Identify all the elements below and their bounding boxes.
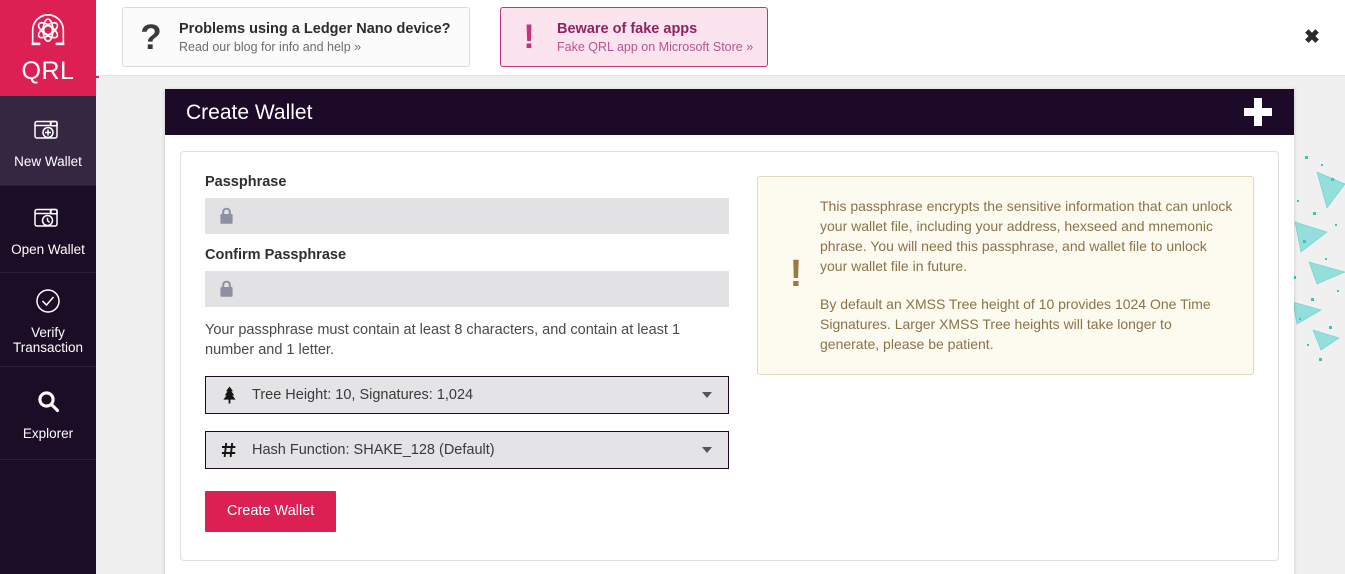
qrl-atom-logo-icon [31, 14, 65, 46]
info-column: ! This passphrase encrypts the sensitive… [757, 174, 1254, 532]
create-wallet-panel: Create Wallet Passphrase Confirm Passphr… [165, 89, 1294, 574]
sidebar: QRL New Wallet Open Wallet Verify Transa… [0, 0, 96, 574]
panel-header: Create Wallet [165, 89, 1294, 135]
teal-polygon-decoration [1292, 156, 1345, 361]
chevron-down-icon [702, 447, 712, 453]
info-paragraph-1: This passphrase encrypts the sensitive i… [820, 198, 1233, 274]
confirm-passphrase-field-wrapper[interactable] [205, 271, 729, 307]
create-wallet-button[interactable]: Create Wallet [205, 491, 337, 532]
sidebar-item-label: Explorer [22, 426, 74, 441]
tree-height-select[interactable]: Tree Height: 10, Signatures: 1,024 [205, 376, 729, 414]
sidebar-item-label: New Wallet [14, 153, 82, 169]
passphrase-hint: Your passphrase must contain at least 8 … [205, 322, 681, 358]
exclamation-mark-icon: ! [789, 253, 803, 295]
info-paragraph-2: By default an XMSS Tree height of 10 pro… [820, 296, 1211, 352]
tree-icon [206, 386, 252, 404]
hash-icon [206, 442, 252, 458]
passphrase-field-wrapper[interactable] [205, 198, 729, 234]
confirm-passphrase-label: Confirm Passphrase [205, 247, 347, 263]
passphrase-input[interactable] [246, 199, 728, 233]
close-icon[interactable]: ✖ [1299, 24, 1325, 50]
check-circle-icon [34, 284, 62, 318]
sidebar-item-new-wallet[interactable]: New Wallet [0, 96, 96, 186]
hash-function-select[interactable]: Hash Function: SHAKE_128 (Default) [205, 431, 729, 469]
brand-logo[interactable]: QRL [0, 0, 96, 96]
lock-icon [206, 280, 246, 298]
notification-ledger-help[interactable]: ? Problems using a Ledger Nano device? R… [122, 7, 470, 67]
search-icon [34, 385, 62, 419]
question-mark-icon: ? [140, 17, 162, 57]
wallet-plus-icon [33, 113, 63, 147]
panel-body: Passphrase Confirm Passphrase Your passp… [165, 135, 1294, 574]
notification-subtitle[interactable]: Read our blog for info and help » [179, 40, 451, 54]
lock-icon [206, 207, 246, 225]
tree-height-value: Tree Height: 10, Signatures: 1,024 [252, 387, 474, 403]
notification-subtitle[interactable]: Fake QRL app on Microsoft Store » [557, 40, 753, 54]
confirm-passphrase-input[interactable] [246, 272, 728, 306]
sidebar-item-open-wallet[interactable]: Open Wallet [0, 186, 96, 273]
sidebar-item-label: Open Wallet [11, 242, 85, 257]
sidebar-item-explorer[interactable]: Explorer [0, 367, 96, 460]
notification-title: Beware of fake apps [557, 20, 698, 37]
notification-fake-apps[interactable]: ! Beware of fake apps Fake QRL app on Mi… [500, 7, 768, 67]
sidebar-item-verify-transaction[interactable]: Verify Transaction [0, 273, 96, 367]
info-callout: ! This passphrase encrypts the sensitive… [757, 176, 1254, 375]
create-wallet-card: Passphrase Confirm Passphrase Your passp… [180, 151, 1279, 561]
hash-function-value: Hash Function: SHAKE_128 (Default) [252, 442, 495, 458]
sidebar-item-label: Verify [31, 325, 65, 340]
brand-name: QRL [21, 57, 75, 85]
page-title: Create Wallet [186, 100, 313, 124]
exclamation-mark-icon: ! [523, 18, 535, 56]
passphrase-label: Passphrase [205, 174, 287, 190]
notification-bar: ? Problems using a Ledger Nano device? R… [96, 0, 1345, 76]
sidebar-item-label-2: Transaction [12, 340, 84, 355]
main-area: ? Problems using a Ledger Nano device? R… [96, 0, 1345, 574]
chevron-down-icon [702, 392, 712, 398]
wallet-open-icon [33, 201, 63, 235]
notification-title: Problems using a Ledger Nano device? [179, 20, 451, 37]
plus-icon[interactable] [1244, 98, 1272, 126]
wallet-form: Passphrase Confirm Passphrase Your passp… [205, 174, 729, 532]
